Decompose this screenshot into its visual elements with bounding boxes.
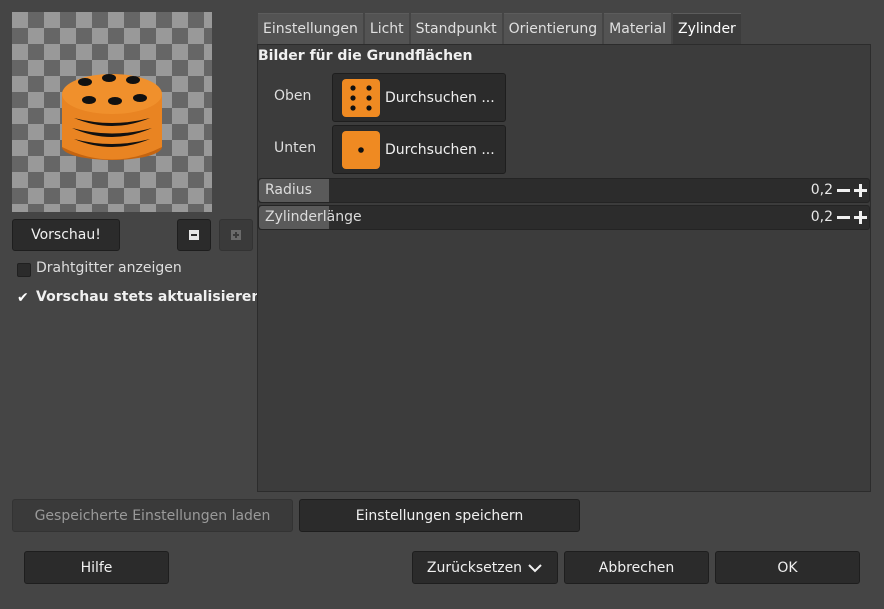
minus-icon <box>189 230 199 240</box>
cylinder-preview-image <box>62 74 162 160</box>
length-value: 0,2 <box>810 209 833 225</box>
tab-zylinder[interactable]: Zylinder <box>673 13 741 44</box>
preview-button[interactable]: Vorschau! <box>12 219 120 251</box>
wireframe-checkbox[interactable] <box>17 263 31 277</box>
wireframe-label: Drahtgitter anzeigen <box>36 260 182 276</box>
always-update-checkbox[interactable]: ✔ <box>17 291 31 305</box>
length-decrease-icon[interactable] <box>835 206 851 229</box>
zoom-out-button[interactable] <box>177 219 211 251</box>
dice-six-icon <box>342 78 380 117</box>
tab-bar: Einstellungen Licht Standpunkt Orientier… <box>258 13 743 44</box>
chevron-down-icon <box>528 563 542 572</box>
zylinder-panel: Bilder für die Grundflächen Oben Durchsu… <box>257 44 871 492</box>
checkmark-icon: ✔ <box>17 290 29 306</box>
bottom-label: Unten <box>274 140 317 156</box>
section-title: Bilder für die Grundflächen <box>258 48 473 64</box>
cancel-button[interactable]: Abbrechen <box>564 551 709 584</box>
always-update-label: Vorschau stets aktualisieren <box>36 289 262 305</box>
radius-label: Radius <box>265 182 312 198</box>
bottom-browse-label: Durchsuchen ... <box>385 141 495 158</box>
load-settings-button[interactable]: Gespeicherte Einstellungen laden <box>12 499 293 532</box>
length-increase-icon[interactable] <box>852 206 868 229</box>
length-spin-slider[interactable]: Zylinderlänge 0,2 <box>258 205 870 230</box>
top-browse-button[interactable]: Durchsuchen ... <box>332 73 506 122</box>
tab-licht[interactable]: Licht <box>364 13 409 44</box>
radius-value: 0,2 <box>810 182 833 198</box>
reset-button[interactable]: Zurücksetzen <box>412 551 558 584</box>
zoom-in-button[interactable] <box>219 219 253 251</box>
tab-einstellungen[interactable]: Einstellungen <box>258 13 363 44</box>
dice-one-icon <box>342 130 380 169</box>
radius-decrease-icon[interactable] <box>835 179 851 202</box>
top-label: Oben <box>274 88 312 104</box>
radius-increase-icon[interactable] <box>852 179 868 202</box>
tab-standpunkt[interactable]: Standpunkt <box>410 13 502 44</box>
help-button[interactable]: Hilfe <box>24 551 169 584</box>
save-settings-button[interactable]: Einstellungen speichern <box>299 499 580 532</box>
plus-icon <box>231 230 241 240</box>
length-label: Zylinderlänge <box>265 209 362 225</box>
top-browse-label: Durchsuchen ... <box>385 89 495 106</box>
tab-material[interactable]: Material <box>604 13 672 44</box>
preview-canvas <box>12 12 212 212</box>
ok-button[interactable]: OK <box>715 551 860 584</box>
reset-label: Zurücksetzen <box>426 559 523 576</box>
bottom-browse-button[interactable]: Durchsuchen ... <box>332 125 506 174</box>
tab-orientierung[interactable]: Orientierung <box>503 13 603 44</box>
radius-spin-slider[interactable]: Radius 0,2 <box>258 178 870 203</box>
